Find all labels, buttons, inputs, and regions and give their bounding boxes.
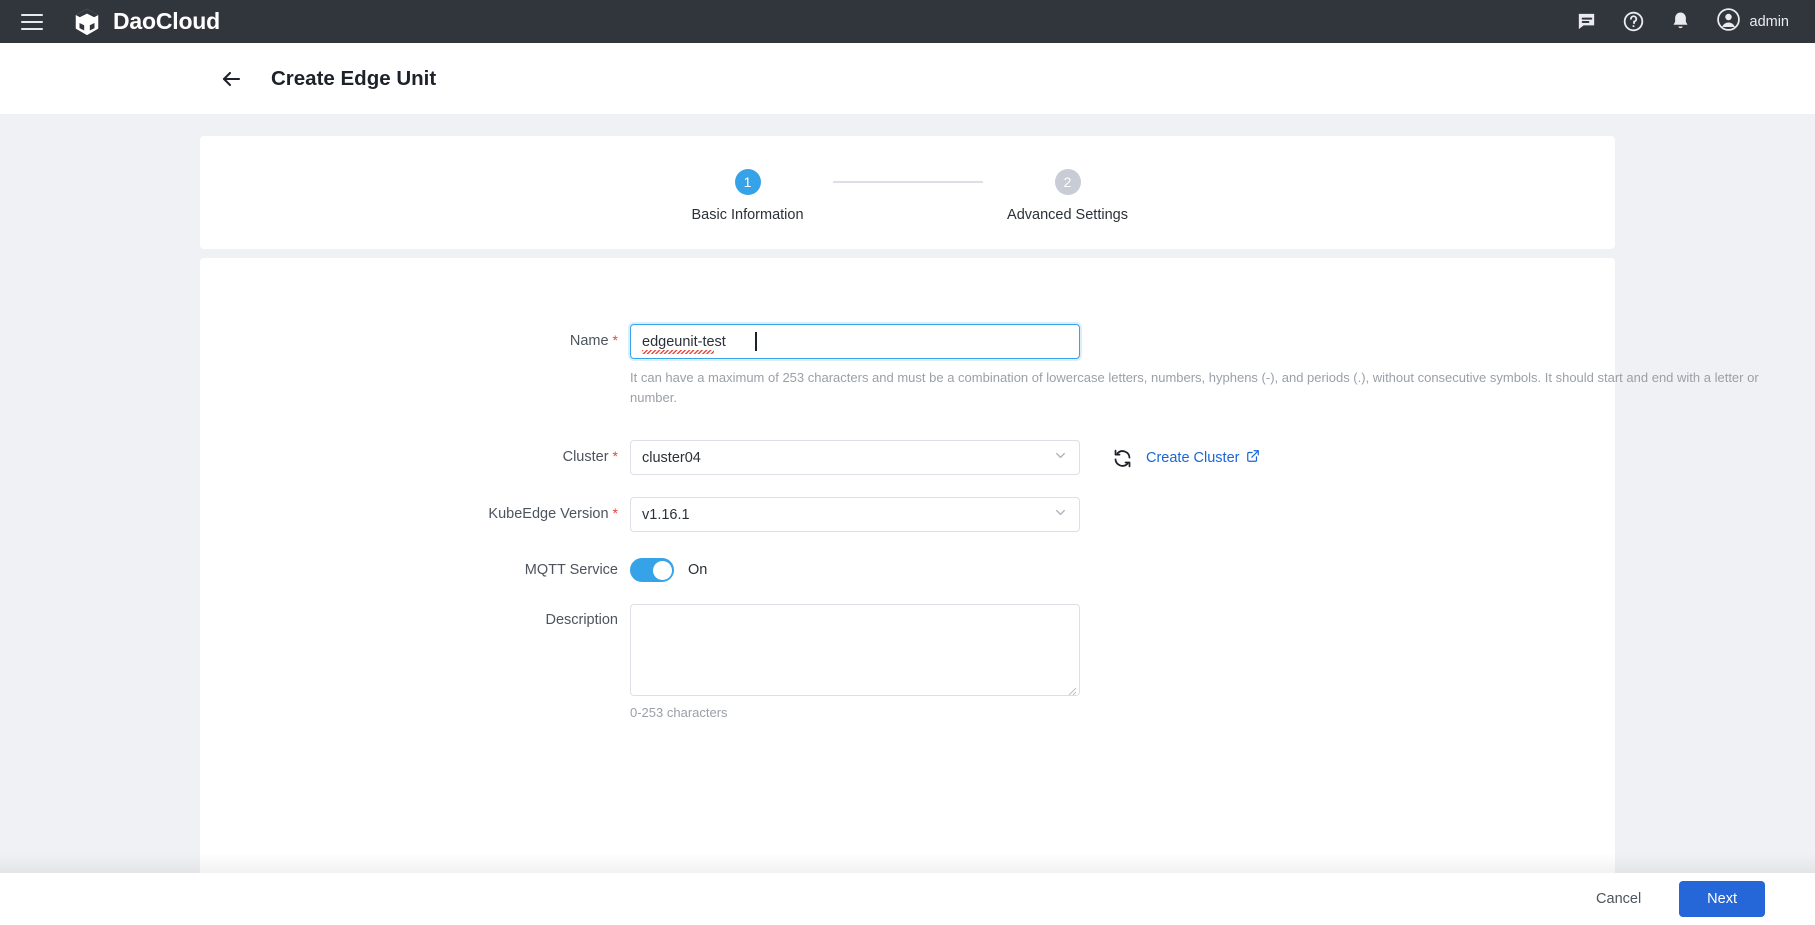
kubeedge-version-select[interactable]: v1.16.1 (630, 497, 1080, 532)
mqtt-service-field-col: On (630, 554, 1080, 582)
step-advanced-settings[interactable]: 2 Advanced Settings (983, 169, 1153, 223)
name-input[interactable] (630, 324, 1080, 359)
cluster-select-value: cluster04 (642, 450, 701, 466)
required-asterisk: * (613, 448, 618, 464)
page-subheader: Create Edge Unit (0, 43, 1815, 114)
toggle-knob (653, 561, 672, 580)
create-cluster-link[interactable]: Create Cluster (1146, 449, 1260, 467)
description-label: Description (200, 604, 630, 628)
chevron-down-icon (1053, 505, 1068, 525)
mqtt-service-label: MQTT Service (200, 554, 630, 578)
step-1-circle: 1 (735, 169, 761, 195)
mqtt-service-toggle[interactable] (630, 558, 674, 582)
back-arrow-icon[interactable] (218, 66, 244, 92)
kubeedge-version-field-col: v1.16.1 (630, 497, 1080, 532)
help-icon[interactable] (1622, 10, 1645, 33)
create-cluster-link-text: Create Cluster (1146, 450, 1239, 466)
cluster-label: Cluster* (200, 440, 630, 465)
top-header-bar: DaoCloud (0, 0, 1815, 43)
stepper: 1 Basic Information 2 Advanced Settings (663, 163, 1153, 223)
brand-name: DaoCloud (113, 8, 220, 35)
app-root: DaoCloud (0, 0, 1815, 925)
mqtt-service-label-text: MQTT Service (525, 562, 618, 578)
form-row-mqtt-service: MQTT Service On (200, 554, 1615, 582)
step-basic-information[interactable]: 1 Basic Information (663, 169, 833, 223)
next-button[interactable]: Next (1679, 881, 1765, 917)
chevron-down-icon (1053, 448, 1068, 468)
cluster-actions: Create Cluster (1110, 440, 1260, 470)
step-1-label: Basic Information (691, 207, 803, 223)
name-label: Name* (200, 324, 630, 349)
required-asterisk: * (613, 332, 618, 348)
top-header-actions: admin (1575, 7, 1815, 37)
stepper-card: 1 Basic Information 2 Advanced Settings (200, 136, 1615, 249)
stepper-connector-line (833, 181, 983, 183)
form-card: Name* It can have a maximum of 253 chara… (200, 258, 1615, 878)
cancel-button[interactable]: Cancel (1582, 883, 1655, 915)
text-cursor (755, 332, 757, 351)
footer-shadow (0, 853, 1815, 873)
brand[interactable]: DaoCloud (72, 7, 220, 37)
page-body: 1 Basic Information 2 Advanced Settings … (0, 114, 1815, 873)
name-helper-text: It can have a maximum of 253 characters … (630, 368, 1770, 408)
name-label-text: Name (570, 333, 609, 349)
user-avatar-icon (1716, 7, 1741, 37)
description-helper-text: 0-253 characters (630, 705, 1080, 720)
form-row-kubeedge-version: KubeEdge Version * v1.16.1 (200, 497, 1615, 532)
refresh-icon[interactable] (1110, 446, 1134, 470)
form-row-cluster: Cluster* cluster04 (200, 440, 1615, 475)
form-row-name: Name* It can have a maximum of 253 chara… (200, 258, 1615, 408)
required-asterisk: * (613, 505, 618, 521)
step-2-circle: 2 (1055, 169, 1081, 195)
name-field-col: It can have a maximum of 253 characters … (630, 324, 1080, 408)
resize-handle-icon[interactable] (1067, 683, 1077, 693)
name-input-wrapper (630, 324, 1080, 359)
footer-action-bar: Cancel Next (0, 873, 1815, 925)
cluster-select[interactable]: cluster04 (630, 440, 1080, 475)
hamburger-menu-icon[interactable] (10, 14, 54, 30)
page-title: Create Edge Unit (271, 67, 436, 91)
user-menu[interactable]: admin (1716, 7, 1790, 37)
description-label-text: Description (545, 612, 618, 628)
mqtt-service-switch-wrap: On (630, 554, 1080, 582)
cluster-label-text: Cluster (563, 449, 609, 465)
chat-icon[interactable] (1575, 10, 1598, 33)
username-label: admin (1750, 14, 1790, 30)
notifications-bell-icon[interactable] (1669, 10, 1692, 33)
external-link-icon (1246, 449, 1260, 467)
form-row-description: Description 0-253 characters (200, 604, 1615, 720)
description-textarea[interactable] (630, 604, 1080, 696)
description-field-col: 0-253 characters (630, 604, 1080, 720)
kubeedge-version-label-text: KubeEdge Version (488, 506, 608, 522)
kubeedge-version-select-value: v1.16.1 (642, 507, 690, 523)
mqtt-service-state-text: On (688, 562, 707, 578)
cluster-field-col: cluster04 (630, 440, 1080, 475)
step-2-label: Advanced Settings (1007, 207, 1128, 223)
kubeedge-version-label: KubeEdge Version * (200, 497, 630, 522)
daocloud-cube-logo-icon (72, 7, 102, 37)
